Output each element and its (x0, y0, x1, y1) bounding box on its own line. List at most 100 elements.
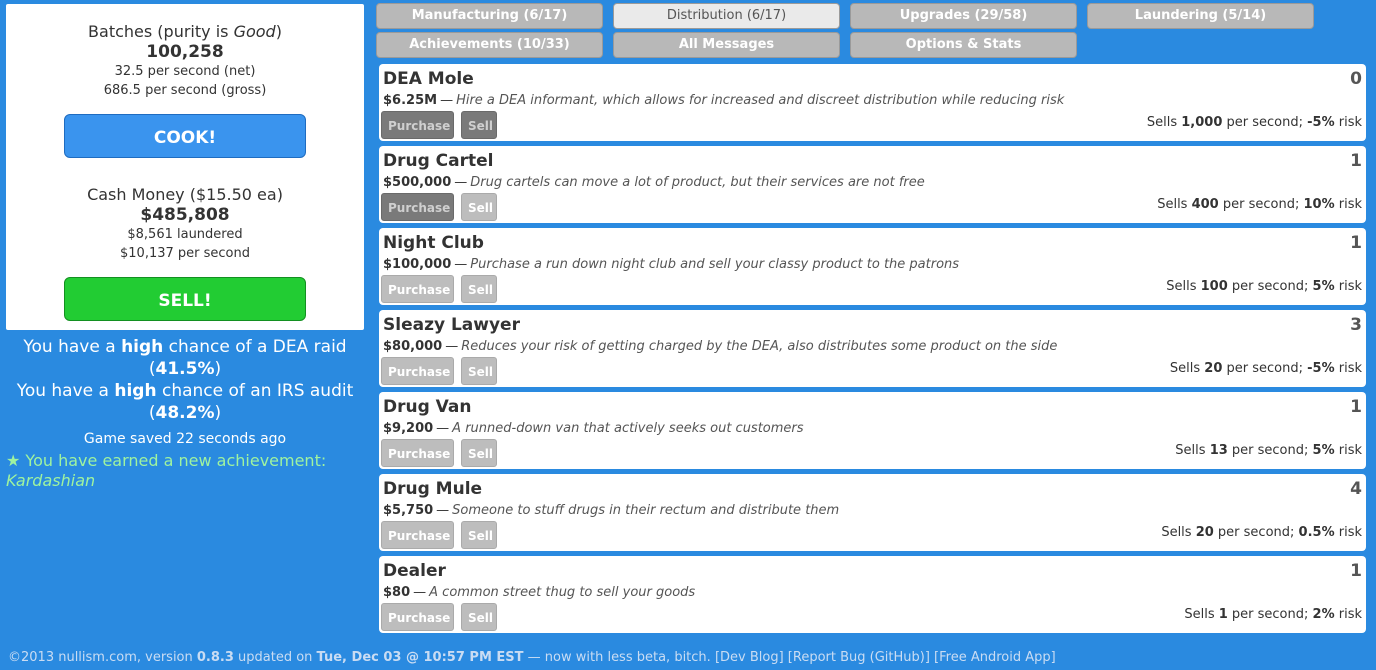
item-price: $80 (383, 585, 411, 600)
footer-tagline: — now with less beta, bitch. (523, 650, 715, 665)
footer-updated: updated on (233, 650, 317, 665)
sell-item-button[interactable]: Sell (461, 357, 497, 385)
stats-sell-rate: 1,000 (1181, 115, 1223, 130)
stats-middle: per second; (1227, 443, 1313, 458)
stats-sell-rate: 13 (1209, 443, 1228, 458)
dea-risk-prefix: You have a (23, 337, 122, 357)
save-status: Game saved 22 seconds ago (83, 431, 287, 447)
irs-risk-middle: chance of an IRS audit (156, 381, 354, 401)
stats-sell-rate: 1 (1218, 607, 1228, 622)
item-description: $100,000— Purchase a run down night club … (383, 257, 959, 272)
item-desc-text: Purchase a run down night club and sell … (470, 257, 960, 272)
stats-risk-suffix: risk (1334, 197, 1362, 212)
stats-panel: Batches (purity is Good) 100,258 32.5 pe… (6, 4, 364, 330)
cook-button[interactable]: COOK! (64, 114, 306, 158)
sell-item-button[interactable]: Sell (461, 603, 497, 631)
item-dash: — (440, 93, 454, 108)
item-description: $500,000— Drug cartels can move a lot of … (383, 175, 925, 190)
purchase-button[interactable]: Purchase (381, 275, 454, 303)
batches-net-rate: 32.5 per second (net) (114, 64, 256, 79)
cash-rate: $10,137 per second (120, 246, 250, 261)
cash-amount: $485,808 (140, 205, 230, 225)
stats-prefix: Sells (1161, 525, 1196, 540)
purchase-button[interactable]: Purchase (381, 521, 454, 549)
item-name: Sleazy Lawyer (383, 315, 520, 335)
item-description: $6.25M — Hire a DEA informant, which allow… (383, 93, 1064, 108)
purchase-button[interactable]: Purchase (381, 357, 454, 385)
sell-item-button[interactable]: Sell (461, 439, 497, 467)
stats-sell-rate: 20 (1195, 525, 1214, 540)
tab-options-stats[interactable]: Options & Stats (850, 32, 1077, 58)
batches-title-suffix: ) (275, 22, 282, 41)
item-count: 1 (1350, 233, 1362, 253)
purchase-button[interactable]: Purchase (381, 439, 454, 467)
tab-achievements[interactable]: Achievements (10/33) (376, 32, 603, 58)
sell-item-button[interactable]: Sell (461, 111, 497, 139)
irs-risk-line: You have a high chance of an IRS audit (0, 380, 370, 402)
dev-blog-link[interactable]: [Dev Blog] (715, 650, 784, 665)
stats-risk-suffix: risk (1334, 607, 1362, 622)
item-count: 0 (1350, 69, 1362, 89)
list-item: Drug Mule 4 $5,750— Someone to stuff drug… (379, 474, 1366, 551)
item-count: 1 (1350, 151, 1362, 171)
item-stats: Sells 20 per second; -5% risk (1170, 361, 1362, 376)
item-desc-text: A common street thug to sell your goods (429, 585, 696, 600)
sell-item-button[interactable]: Sell (461, 275, 497, 303)
item-stats: Sells 100 per second; 5% risk (1166, 279, 1362, 294)
stats-risk: 5% (1312, 279, 1335, 294)
item-price: $500,000 (383, 175, 452, 190)
tab-manufacturing[interactable]: Manufacturing (6/17) (376, 3, 603, 29)
cash-block: Cash Money ($15.50 ea) $485,808 $8,561 l… (6, 185, 364, 263)
stats-prefix: Sells (1184, 607, 1219, 622)
irs-risk-prefix: You have a (16, 381, 115, 401)
batches-title: Batches (purity is Good) (6, 22, 364, 42)
irs-risk-pct: 48.2% (155, 403, 215, 423)
achievement-text: You have earned a new achievement: (20, 451, 327, 470)
item-name: Dealer (383, 561, 446, 581)
tab-distribution[interactable]: Distribution (6/17) (613, 3, 840, 29)
dea-risk-pct-line: (41.5%) (148, 359, 222, 379)
item-name: Drug Van (383, 397, 472, 417)
item-dash: — (454, 175, 468, 190)
stats-middle: per second; (1227, 607, 1313, 622)
purchase-button[interactable]: Purchase (381, 603, 454, 631)
item-dash: — (436, 421, 450, 436)
sell-item-button[interactable]: Sell (461, 521, 497, 549)
stats-prefix: Sells (1175, 443, 1210, 458)
tab-all-messages[interactable]: All Messages (613, 32, 840, 58)
item-price: $6.25M (383, 93, 438, 108)
item-description: $80— A common street thug to sell your go… (383, 585, 695, 600)
list-item: Dealer 1 $80— A common street thug to sel… (379, 556, 1366, 633)
tab-laundering[interactable]: Laundering (5/14) (1087, 3, 1314, 29)
batches-gross-rate: 686.5 per second (gross) (103, 83, 267, 98)
android-app-link[interactable]: [Free Android App] (934, 650, 1056, 665)
stats-risk: -5% (1307, 361, 1335, 376)
item-name: DEA Mole (383, 69, 474, 89)
risk-status: You have a high chance of a DEA raid (41… (0, 336, 370, 424)
dea-risk-level: high (121, 337, 164, 357)
purchase-button[interactable]: Purchase (381, 111, 454, 139)
stats-risk: 0.5% (1298, 525, 1335, 540)
sell-button[interactable]: SELL! (64, 277, 306, 321)
stats-prefix: Sells (1157, 197, 1192, 212)
dea-risk-pct: 41.5% (155, 359, 215, 379)
cash-title: Cash Money ($15.50 ea) (87, 185, 283, 204)
irs-risk-level: high (114, 381, 157, 401)
item-name: Night Club (383, 233, 484, 253)
item-price: $100,000 (383, 257, 452, 272)
item-dash: — (413, 585, 427, 600)
report-bug-link[interactable]: [Report Bug (GitHub)] (788, 650, 930, 665)
item-name: Drug Cartel (383, 151, 494, 171)
star-icon: ★ (6, 451, 21, 470)
item-description: $5,750— Someone to stuff drugs in their r… (383, 503, 839, 518)
stats-risk-suffix: risk (1334, 525, 1362, 540)
item-count: 1 (1350, 561, 1362, 581)
stats-sell-rate: 400 (1191, 197, 1219, 212)
footer-date: Tue, Dec 03 @ 10:57 PM EST (316, 650, 524, 665)
tab-upgrades[interactable]: Upgrades (29/58) (850, 3, 1077, 29)
stats-middle: per second; (1227, 279, 1313, 294)
item-description: $9,200— A runned-down van that actively s… (383, 421, 804, 436)
sell-item-button[interactable]: Sell (461, 193, 497, 221)
stats-risk: 5% (1312, 443, 1335, 458)
purchase-button[interactable]: Purchase (381, 193, 454, 221)
